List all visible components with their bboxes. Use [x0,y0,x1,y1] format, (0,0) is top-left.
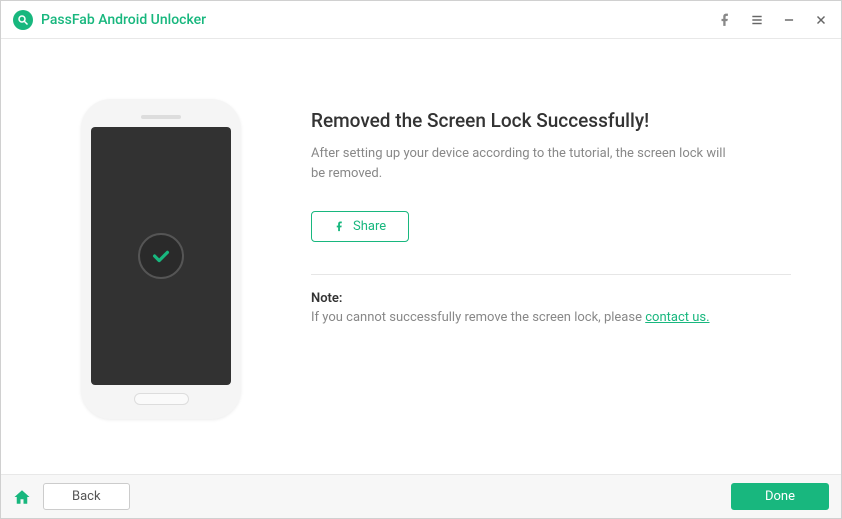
minimize-icon[interactable] [781,12,797,28]
content-column: Removed the Screen Lock Successfully! Af… [311,79,791,454]
phone-home-button [134,393,189,405]
done-button[interactable]: Done [731,483,829,510]
headline: Removed the Screen Lock Successfully! [311,109,791,132]
facebook-icon[interactable] [717,12,733,28]
note-body: If you cannot successfully remove the sc… [311,310,645,325]
share-button[interactable]: Share [311,211,409,242]
footer-left: Back [13,483,130,510]
back-button[interactable]: Back [43,483,130,510]
note-text: If you cannot successfully remove the sc… [311,310,791,325]
main-content: Removed the Screen Lock Successfully! Af… [1,39,841,474]
title-left: PassFab Android Unlocker [13,10,206,30]
contact-us-link[interactable]: contact us. [645,310,709,325]
menu-icon[interactable] [749,12,765,28]
note-title: Note: [311,291,791,306]
phone-column [51,79,271,454]
checkmark-icon [138,233,184,279]
app-logo [13,10,33,30]
phone-screen [91,127,231,385]
app-title: PassFab Android Unlocker [41,12,206,28]
divider [311,274,791,275]
share-label: Share [353,219,386,234]
footer: Back Done [1,474,841,518]
phone-illustration [81,99,241,419]
facebook-share-icon [334,220,345,233]
phone-earpiece [141,115,181,119]
subtext: After setting up your device according t… [311,144,731,183]
window-controls [717,12,829,28]
titlebar: PassFab Android Unlocker [1,1,841,39]
close-icon[interactable] [813,12,829,28]
home-icon[interactable] [13,488,31,506]
